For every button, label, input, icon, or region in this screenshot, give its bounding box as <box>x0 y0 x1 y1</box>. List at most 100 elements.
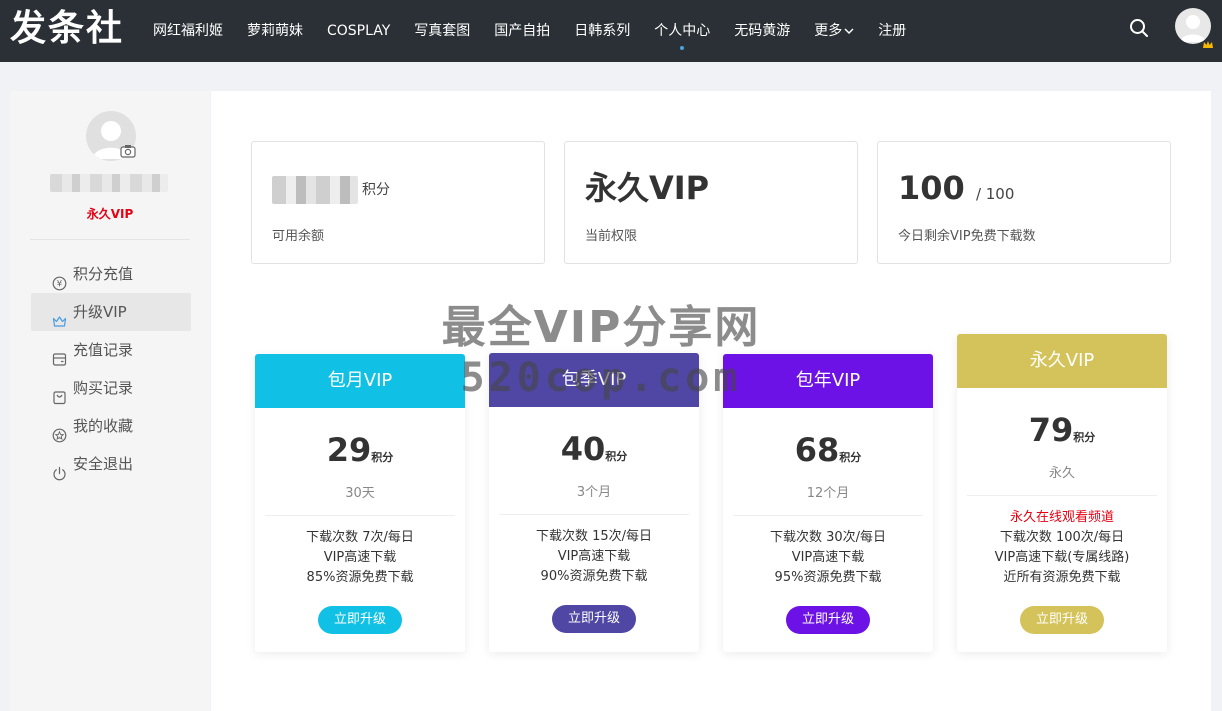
upgrade-lifetime-button[interactable]: 立即升级 <box>1020 606 1104 634</box>
plan-divider <box>265 515 455 516</box>
plan-card-yearly: 包年VIP 68积分 12个月 下载次数 30次/每日 VIP高速下载 95%资… <box>723 354 933 652</box>
points-unit: 积分 <box>362 182 390 198</box>
plan-feature: VIP高速下载(专属线路) <box>994 550 1130 565</box>
nav-item-wanghong[interactable]: 网红福利姬 <box>141 0 235 62</box>
sidebar-menu: ¥ 积分充值 升级VIP 充值记录 购买记录 我的收藏 安全退出 <box>31 255 191 483</box>
downloads-remaining: 100 <box>898 169 965 207</box>
nav-item-guochan[interactable]: 国产自拍 <box>482 0 562 62</box>
downloads-left-card: 100 / 100 今日剩余VIP免费下载数 <box>877 141 1171 264</box>
plan-price: 29积分 <box>255 430 465 478</box>
sidebar-item-recharge-history[interactable]: 充值记录 <box>31 331 191 369</box>
plan-price: 79积分 <box>957 410 1167 458</box>
nav-item-games[interactable]: 无码黄游 <box>722 0 802 62</box>
plan-price-value: 29 <box>326 431 372 469</box>
plan-divider <box>733 515 923 516</box>
plan-feature: VIP高速下载 <box>791 550 865 565</box>
plan-feature: VIP高速下载 <box>323 550 397 565</box>
yen-coin-icon: ¥ <box>52 267 67 290</box>
sidebar-item-label: 积分充值 <box>73 265 134 283</box>
watermark-line-1: 最全VIP分享网 <box>441 302 761 353</box>
nav-item-user-center-label: 个人中心 <box>654 23 711 39</box>
plan-feature: 近所有资源免费下载 <box>1003 570 1121 585</box>
upgrade-monthly-button[interactable]: 立即升级 <box>318 606 402 634</box>
plan-period: 12个月 <box>806 486 850 501</box>
sidebar-item-label: 安全退出 <box>73 455 134 473</box>
plan-period: 永久 <box>1048 466 1075 481</box>
plan-feature: 下载次数 100次/每日 <box>999 530 1125 545</box>
plan-card-quarterly: 包季VIP 40积分 3个月 下载次数 15次/每日 VIP高速下载 90%资源… <box>489 353 699 652</box>
nav-item-luoli[interactable]: 萝莉萌妹 <box>235 0 315 62</box>
points-value-redacted <box>272 176 358 204</box>
plan-divider <box>499 514 689 515</box>
plan-card-lifetime: 永久VIP 79积分 永久 永久在线观看频道 下载次数 100次/每日 VIP高… <box>957 334 1167 652</box>
plan-feature: 下载次数 30次/每日 <box>769 530 887 545</box>
upgrade-yearly-button[interactable]: 立即升级 <box>786 606 870 634</box>
crown-icon <box>52 305 67 327</box>
nav-item-xiezhen[interactable]: 写真套图 <box>402 0 482 62</box>
top-nav-bar: 发条社 网红福利姬 萝莉萌妹 COSPLAY 写真套图 国产自拍 日韩系列 个人… <box>0 0 1222 62</box>
plan-price-value: 79 <box>1028 411 1074 449</box>
downloads-left-value: 100 / 100 <box>898 168 1014 214</box>
vip-level-value: 永久VIP <box>585 169 710 207</box>
sidebar-item-label: 购买记录 <box>73 379 134 397</box>
plan-price-value: 68 <box>794 431 840 469</box>
camera-icon[interactable] <box>120 143 136 158</box>
star-badge-icon <box>52 419 67 442</box>
points-balance-card: 积分 可用余额 <box>251 141 545 264</box>
plan-title: 包季VIP <box>489 353 699 407</box>
power-icon <box>52 457 67 480</box>
wallet-icon <box>52 343 67 366</box>
upgrade-quarterly-button[interactable]: 立即升级 <box>552 605 636 633</box>
plan-feature: VIP高速下载 <box>557 549 631 564</box>
sidebar-divider <box>30 239 190 240</box>
downloads-total: / 100 <box>975 185 1015 203</box>
chevron-down-icon <box>844 1 854 63</box>
vip-crown-icon <box>1202 35 1214 48</box>
plan-price-value: 40 <box>560 430 606 468</box>
plan-title: 包月VIP <box>255 354 465 408</box>
plan-price: 68积分 <box>723 430 933 478</box>
plan-card-monthly: 包月VIP 29积分 30天 下载次数 7次/每日 VIP高速下载 85%资源免… <box>255 354 465 652</box>
plan-feature: 90%资源免费下载 <box>540 569 648 584</box>
downloads-left-label: 今日剩余VIP免费下载数 <box>898 229 1036 244</box>
plan-divider <box>967 495 1157 496</box>
plan-price-unit: 积分 <box>605 450 628 463</box>
sidebar-item-recharge-points[interactable]: ¥ 积分充值 <box>31 255 191 293</box>
vip-level-card: 永久VIP 当前权限 <box>564 141 858 264</box>
sidebar-item-upgrade-vip[interactable]: 升级VIP <box>31 293 191 331</box>
plan-price-unit: 积分 <box>839 451 862 464</box>
search-icon[interactable] <box>1128 17 1150 39</box>
vip-level-label: 当前权限 <box>585 229 638 244</box>
plan-highlight-feature: 永久在线观看频道 <box>1009 510 1114 525</box>
plan-price-unit: 积分 <box>371 451 394 464</box>
sidebar-item-purchase-history[interactable]: 购买记录 <box>31 369 191 407</box>
nav-item-cosplay[interactable]: COSPLAY <box>315 0 402 62</box>
sidebar-item-label: 升级VIP <box>73 303 127 321</box>
vip-status-label: 永久VIP <box>86 207 134 221</box>
site-logo[interactable]: 发条社 <box>10 6 124 50</box>
plan-title: 永久VIP <box>957 334 1167 388</box>
svg-text:¥: ¥ <box>57 279 63 289</box>
sidebar-item-logout[interactable]: 安全退出 <box>31 445 191 483</box>
plan-price-unit: 积分 <box>1073 431 1096 444</box>
points-balance-label: 可用余额 <box>272 229 325 244</box>
sidebar-item-label: 充值记录 <box>73 341 134 359</box>
points-balance-value: 积分 <box>272 168 390 210</box>
nav-item-more-label: 更多 <box>814 22 843 39</box>
main-nav: 网红福利姬 萝莉萌妹 COSPLAY 写真套图 国产自拍 日韩系列 个人中心 无… <box>141 0 918 62</box>
plan-feature: 95%资源免费下载 <box>774 570 882 585</box>
nav-item-more[interactable]: 更多 <box>802 0 866 63</box>
nav-item-user-center[interactable]: 个人中心 <box>642 0 722 62</box>
plan-feature: 下载次数 7次/每日 <box>306 530 414 545</box>
plan-period: 30天 <box>345 486 375 501</box>
nav-item-rihan[interactable]: 日韩系列 <box>562 0 642 62</box>
plan-feature: 下载次数 15次/每日 <box>535 529 653 544</box>
active-nav-indicator <box>680 46 685 50</box>
sidebar-item-label: 我的收藏 <box>73 417 134 435</box>
nav-item-register[interactable]: 注册 <box>866 0 918 62</box>
plan-feature: 85%资源免费下载 <box>306 570 414 585</box>
plan-period: 3个月 <box>576 485 612 500</box>
sidebar-item-favorites[interactable]: 我的收藏 <box>31 407 191 445</box>
user-sidebar: 永久VIP ¥ 积分充值 升级VIP 充值记录 购买记录 我的收藏 安全退出 <box>10 91 210 711</box>
main-panel: 积分 可用余额 永久VIP 当前权限 100 / 100 今日剩余VIP免费下载… <box>211 91 1211 711</box>
